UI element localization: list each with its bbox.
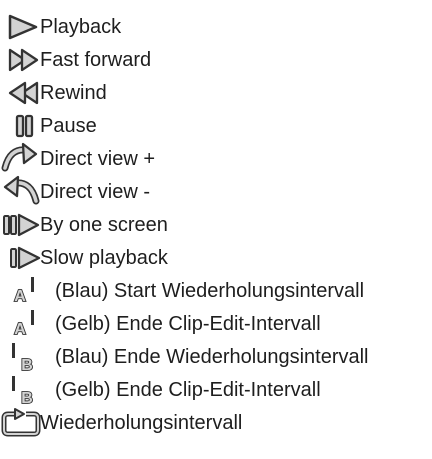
legend-label: By one screen [40, 214, 168, 236]
legend-row-by-one-screen: By one screen [0, 208, 432, 242]
legend-row-yellow-end-clip-edit: A (Gelb) Ende Clip-Edit-Intervall [0, 307, 432, 341]
legend-label: (Blau) Ende Wiederholungsintervall [55, 346, 369, 368]
legend-label: (Blau) Start Wiederholungsintervall [55, 280, 365, 302]
legend-label: Slow playback [40, 247, 168, 269]
legend-label: Direct view + [40, 148, 156, 170]
legend-row-playback: Playback [0, 10, 432, 44]
legend-label: Fast forward [40, 49, 152, 71]
legend-label: Playback [40, 16, 122, 38]
legend-row-blue-start-repeat: A (Blau) Start Wiederholungsintervall [0, 274, 432, 308]
legend-label: Wiederholungsintervall [40, 412, 243, 434]
legend-row-repeat-interval: Wiederholungsintervall [0, 406, 432, 440]
legend-label: (Gelb) Ende Clip-Edit-Intervall [55, 379, 321, 401]
legend-label: (Gelb) Ende Clip-Edit-Intervall [55, 313, 321, 335]
legend-label: Rewind [40, 82, 107, 104]
svg-text:B: B [21, 390, 33, 407]
marker-b-icon: B [6, 340, 56, 374]
legend-label: Direct view - [40, 181, 151, 203]
legend-row-slow-playback: Slow playback [0, 241, 432, 275]
icon-legend: Playback Fast forward Rewind Pause Direc… [0, 0, 432, 459]
legend-row-fast-forward: Fast forward [0, 43, 432, 77]
legend-row-direct-view-plus: Direct view + [0, 142, 432, 176]
legend-row-direct-view-minus: Direct view - [0, 175, 432, 209]
legend-row-rewind: Rewind [0, 76, 432, 110]
marker-a-icon: A [6, 307, 56, 341]
legend-row-yellow-end-clip-edit-b: B (Gelb) Ende Clip-Edit-Intervall [0, 373, 432, 407]
legend-row-blue-end-repeat: B (Blau) Ende Wiederholungsintervall [0, 340, 432, 374]
svg-text:A: A [14, 321, 26, 338]
legend-label: Pause [40, 115, 97, 137]
svg-text:B: B [21, 357, 33, 374]
svg-text:A: A [14, 288, 26, 305]
marker-a-icon: A [6, 274, 56, 308]
legend-row-pause: Pause [0, 109, 432, 143]
marker-b-icon: B [6, 373, 56, 407]
